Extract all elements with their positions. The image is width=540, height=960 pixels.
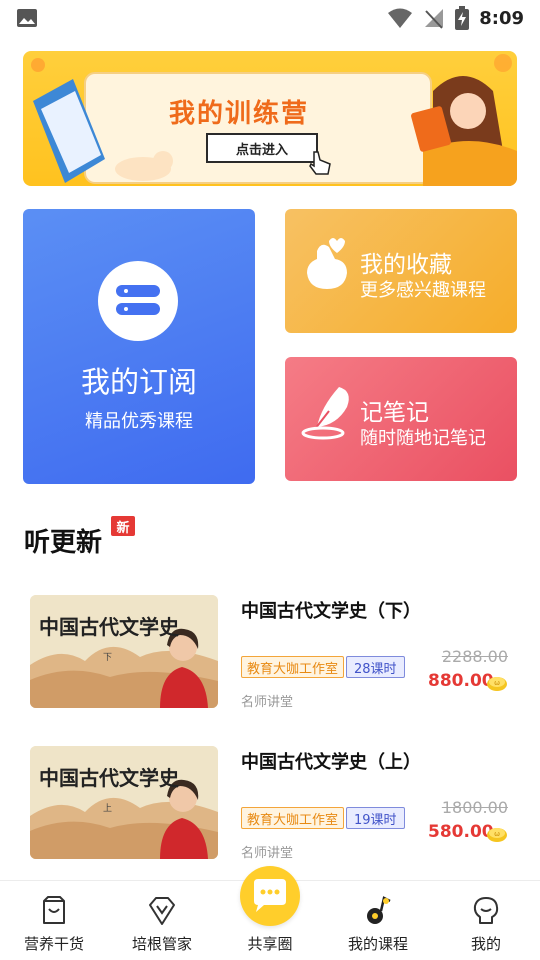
course-thumbnail: 中国古代文学史 下 (30, 595, 218, 708)
my-subscription-card[interactable]: 我的订阅 精品优秀课程 (23, 209, 255, 484)
thumbnail-title: 中国古代文学史 (39, 615, 179, 639)
heart-hand-icon (307, 238, 347, 289)
image-notification-icon (17, 9, 37, 27)
take-notes-card[interactable]: 记笔记 随时随地记笔记 (285, 357, 517, 481)
new-badge: 新 (111, 516, 135, 536)
studio-tag: 教育大咖工作室 (241, 807, 345, 829)
current-price: 580.00 (428, 822, 494, 842)
course-item[interactable]: 中国古代文学史 上 中国古代文学史（上） 教育大咖工作室 19课时 名师讲堂 1… (30, 746, 520, 861)
original-price: 1800.00 (441, 798, 508, 817)
favorites-title: 我的收藏 (360, 252, 452, 278)
favorites-desc: 更多感兴趣课程 (360, 280, 486, 301)
pointer-hand-icon (309, 151, 331, 175)
status-bar: 8:09 (0, 0, 540, 36)
status-time: 8:09 (479, 7, 524, 29)
coin-icon: ω (487, 828, 507, 842)
section-title: 听更新 (24, 528, 103, 558)
music-note-icon (367, 896, 391, 924)
my-favorites-card[interactable]: 我的收藏 更多感兴趣课程 (285, 209, 517, 333)
lessons-tag: 19课时 (346, 807, 405, 829)
current-price: 880.00 (428, 671, 494, 691)
nav-label: 营养干货 (23, 935, 84, 953)
nav-label: 培根管家 (131, 935, 192, 953)
course-title: 中国古代文学史（上） (241, 752, 421, 773)
subscription-desc: 精品优秀课程 (85, 411, 193, 432)
course-item[interactable]: 中国古代文学史 下 中国古代文学史（下） 教育大咖工作室 28课时 名师讲堂 2… (30, 595, 520, 710)
battery-charging-icon (455, 6, 470, 30)
share-circle-button[interactable] (240, 866, 300, 926)
feather-pen-icon (301, 387, 349, 440)
bag-icon (43, 896, 65, 924)
course-source: 名师讲堂 (241, 846, 294, 861)
wifi-icon (388, 8, 413, 28)
svg-text:ω: ω (494, 679, 500, 687)
studio-tag: 教育大咖工作室 (241, 656, 345, 678)
thumbnail-volume: 下 (103, 653, 113, 663)
person-icon (473, 897, 499, 924)
svg-text:ω: ω (494, 830, 500, 838)
nav-item-me[interactable]: 我的 (432, 881, 540, 960)
nav-item-nutrition[interactable]: 营养干货 (0, 881, 108, 960)
course-source: 名师讲堂 (241, 695, 294, 710)
course-title: 中国古代文学史（下） (241, 601, 421, 622)
coin-icon: ω (487, 677, 507, 691)
lessons-tag: 28课时 (346, 656, 405, 678)
subscription-icon (98, 261, 178, 341)
notes-desc: 随时随地记笔记 (360, 428, 486, 449)
original-price: 2288.00 (441, 647, 508, 666)
banner-title: 我的训练营 (169, 99, 310, 129)
enter-button[interactable]: 点击进入 (206, 133, 318, 163)
no-signal-icon (425, 9, 444, 29)
nav-label: 我的课程 (347, 935, 408, 953)
diamond-v-icon (149, 897, 175, 925)
nav-label: 我的 (470, 935, 501, 953)
nav-item-butler[interactable]: 培根管家 (108, 881, 216, 960)
thumbnail-title: 中国古代文学史 (39, 766, 179, 790)
training-camp-banner[interactable]: 我的训练营 (23, 51, 517, 186)
notes-title: 记笔记 (360, 400, 429, 426)
nav-label: 共享圈 (247, 935, 293, 953)
subscription-title: 我的订阅 (80, 365, 197, 399)
nav-item-my-courses[interactable]: 我的课程 (324, 881, 432, 960)
chat-bubble-icon (254, 879, 286, 912)
thumbnail-volume: 上 (103, 804, 113, 814)
course-thumbnail: 中国古代文学史 上 (30, 746, 218, 859)
